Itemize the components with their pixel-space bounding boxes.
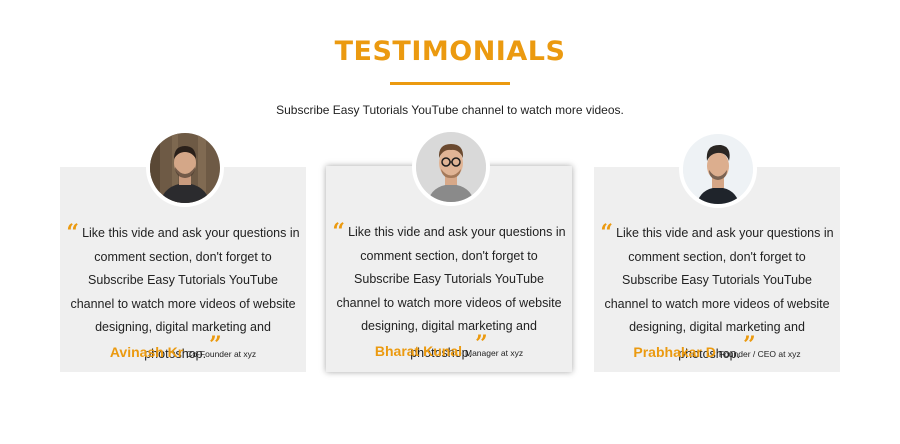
open-quote-icon: “ (332, 219, 346, 245)
author-name: Prabhakar D (633, 344, 716, 360)
author-role: Manager at xyz (465, 348, 524, 358)
quote-text: Like this vide and ask your questions in… (336, 225, 566, 360)
section-subtitle: Subscribe Easy Tutorials YouTube channel… (276, 103, 624, 117)
person-photo-icon (416, 132, 486, 202)
testimonial-author: Avinash Kr Co-Founder at xyz (60, 344, 306, 362)
person-photo-icon (683, 134, 753, 204)
open-quote-icon: “ (66, 220, 80, 246)
person-photo-icon (150, 133, 220, 203)
author-role: Co-Founder at xyz (186, 349, 257, 359)
author-role: Founder / CEO at xyz (718, 349, 801, 359)
quote-text: Like this vide and ask your questions in… (604, 226, 834, 361)
avatar (412, 128, 490, 206)
testimonial-author: Bharat Kunal Manager at xyz (326, 343, 572, 361)
avatar (679, 130, 757, 208)
author-name: Bharat Kunal (374, 343, 462, 359)
quote-text: Like this vide and ask your questions in… (70, 226, 300, 361)
title-underline (390, 82, 510, 85)
author-name: Avinash Kr (109, 344, 184, 360)
open-quote-icon: “ (600, 220, 614, 246)
section-title: TESTIMONIALS (334, 36, 566, 67)
testimonial-author: Prabhakar D Founder / CEO at xyz (594, 344, 840, 362)
avatar (146, 129, 224, 207)
